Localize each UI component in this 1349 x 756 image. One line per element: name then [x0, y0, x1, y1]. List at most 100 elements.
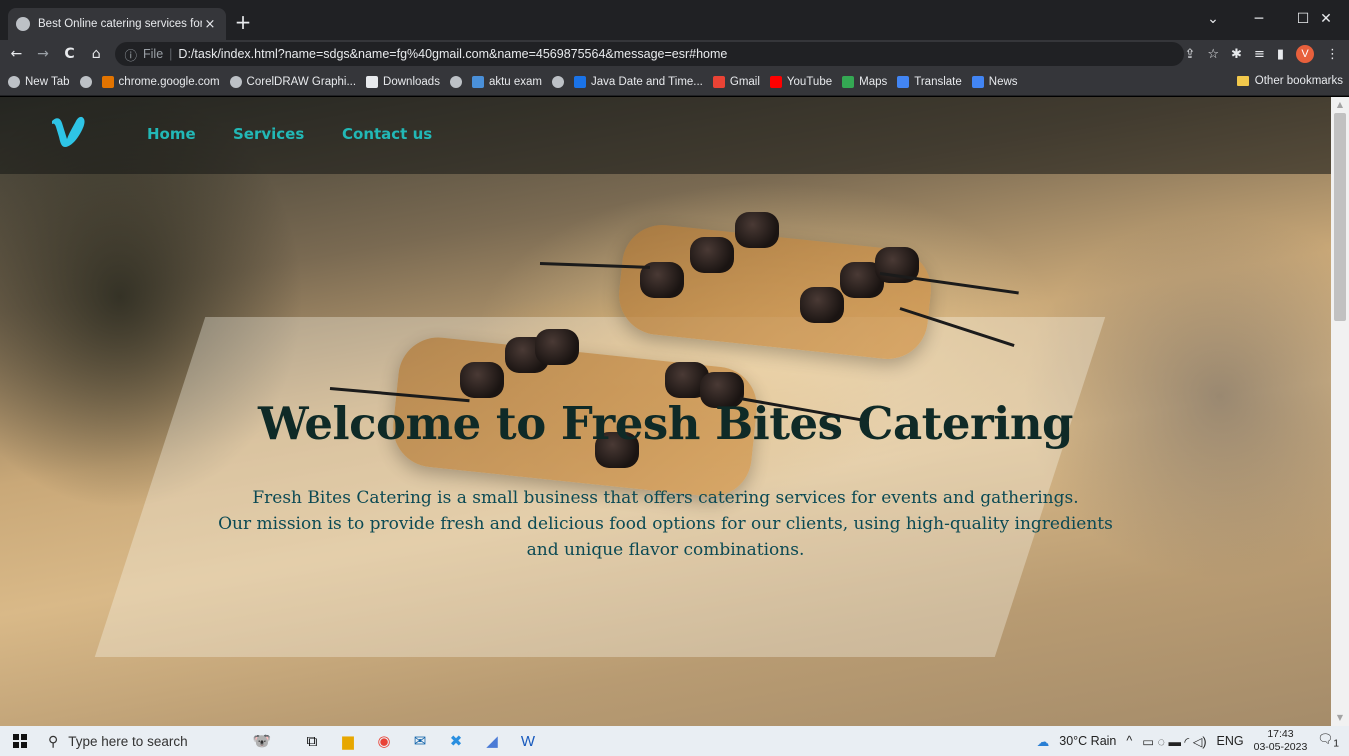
app-icon[interactable]: ◢	[474, 726, 510, 756]
other-bookmarks-button[interactable]: Other bookmarks	[1236, 75, 1343, 87]
other-bookmarks-label: Other bookmarks	[1254, 75, 1343, 87]
folder-icon	[1236, 76, 1249, 86]
bookmark-label: News	[988, 75, 1018, 88]
globe-icon	[79, 75, 92, 88]
bookmark-item[interactable]: Maps	[842, 75, 887, 88]
clock-time: 17:43	[1267, 728, 1294, 740]
word-icon[interactable]: W	[510, 726, 546, 756]
extensions-icon[interactable]: ✱	[1231, 47, 1242, 62]
nav-home-link[interactable]: Home	[147, 125, 196, 143]
page-scrollbar[interactable]: ▲ ▼	[1331, 97, 1349, 726]
forward-button[interactable]: →	[33, 43, 54, 65]
reload-button[interactable]: C	[59, 43, 80, 65]
media-icon[interactable]: ≡	[1254, 47, 1265, 62]
bookmark-item[interactable]	[79, 75, 92, 88]
tab-search-icon[interactable]: ⌄	[1190, 0, 1236, 40]
bookmark-item[interactable]: New Tab	[8, 75, 70, 88]
share-icon[interactable]: ⇪	[1184, 47, 1195, 62]
bookmarks-bar: New Tab chrome.google.com CorelDRAW Graphi…	[0, 68, 1349, 96]
food-item	[800, 287, 844, 323]
search-placeholder: Type here to search	[68, 733, 188, 749]
home-button[interactable]: ⌂	[86, 43, 107, 65]
mail-icon[interactable]: ✉	[402, 726, 438, 756]
vimeo-logo-icon[interactable]	[48, 109, 88, 153]
food-item	[690, 237, 734, 273]
bookmark-label: New Tab	[25, 75, 70, 88]
bookmark-label: Java Date and Time...	[591, 75, 703, 88]
nav-contact-link[interactable]: Contact us	[342, 125, 432, 143]
close-window-button[interactable]: ✕	[1303, 0, 1349, 40]
weather-icon[interactable]: ☁	[1037, 734, 1050, 749]
tab-title: Best Online catering services for	[38, 18, 202, 30]
vscode-icon[interactable]: ✖	[438, 726, 474, 756]
bookmark-star-icon[interactable]: ☆	[1207, 47, 1219, 62]
new-tab-button[interactable]: +	[232, 12, 254, 34]
bookmark-item[interactable]: Translate	[897, 75, 962, 88]
side-panel-icon[interactable]: ▮	[1277, 47, 1284, 62]
tab-strip: Best Online catering services for × + ⌄ …	[0, 0, 1349, 40]
bookmark-item[interactable]: Java Date and Time...	[574, 75, 703, 88]
task-view-icon[interactable]: ⧉	[294, 726, 330, 756]
back-button[interactable]: ←	[6, 43, 27, 65]
bookmark-item[interactable]	[552, 75, 565, 88]
bookmark-item[interactable]: Downloads	[366, 75, 440, 88]
gmail-icon	[712, 75, 725, 88]
bookmark-label: Translate	[914, 75, 962, 88]
tray-icons[interactable]: ▭ ◌ ▬ ◜ ◁)	[1142, 734, 1206, 749]
bookmark-item[interactable]: aktu exam	[471, 75, 542, 88]
chevron-up-icon[interactable]: ^	[1126, 734, 1132, 748]
hero-description-line: Fresh Bites Catering is a small business…	[252, 488, 1079, 508]
nav-services-link[interactable]: Services	[233, 125, 304, 143]
hero-description: Fresh Bites Catering is a small business…	[150, 485, 1181, 563]
scheme-label: File	[143, 47, 164, 61]
start-button[interactable]	[0, 726, 40, 756]
youtube-icon	[769, 75, 782, 88]
url-text[interactable]: D:/task/index.html?name=sdgs&name=fg%40g…	[178, 47, 727, 61]
globe-icon	[552, 75, 565, 88]
minimize-button[interactable]: ─	[1236, 0, 1282, 40]
taskbar-search[interactable]: ⚲ Type here to search	[40, 726, 230, 756]
windows-taskbar: ⚲ Type here to search 🐨 ⧉ ▆ ◉ ✉ ✖ ◢ W ☁ …	[0, 726, 1349, 756]
scroll-down-arrow-icon[interactable]: ▼	[1331, 710, 1349, 726]
globe-icon	[8, 75, 20, 88]
language-indicator[interactable]: ENG	[1217, 734, 1244, 748]
chrome-store-icon	[101, 75, 114, 88]
browser-toolbar: ← → C ⌂ ⓘ File | D:/task/index.html?name…	[0, 40, 1349, 68]
info-icon[interactable]: ⓘ	[125, 45, 138, 64]
address-separator: |	[169, 47, 173, 61]
notification-icon[interactable]: 🗨1	[1317, 732, 1339, 750]
search-icon: ⚲	[48, 732, 59, 749]
news-icon	[971, 75, 984, 88]
menu-icon[interactable]: ⋮	[1326, 47, 1339, 62]
scroll-up-arrow-icon[interactable]: ▲	[1331, 97, 1349, 113]
system-tray: ☁ 30°C Rain ^ ▭ ◌ ▬ ◜ ◁) ENG 17:43 03-05…	[1037, 728, 1349, 754]
clock-date: 03-05-2023	[1253, 741, 1308, 753]
food-item	[735, 212, 779, 248]
page-viewport: Home Services Contact us Welcome to Fres…	[0, 97, 1331, 726]
bookmark-item[interactable]: chrome.google.com	[101, 75, 220, 88]
bookmark-item[interactable]: CorelDRAW Graphi...	[229, 75, 356, 88]
download-icon	[366, 75, 379, 88]
address-bar[interactable]: ⓘ File | D:/task/index.html?name=sdgs&na…	[114, 42, 1185, 66]
bookmark-label: YouTube	[786, 75, 833, 88]
koala-widget-icon[interactable]: 🐨	[230, 726, 294, 756]
weather-text[interactable]: 30°C Rain	[1059, 734, 1116, 748]
browser-tab[interactable]: Best Online catering services for ×	[8, 8, 226, 40]
scrollbar-thumb[interactable]	[1334, 113, 1346, 321]
aktu-icon	[471, 75, 484, 88]
profile-avatar[interactable]: V	[1296, 45, 1314, 63]
bookmark-item[interactable]: Gmail	[712, 75, 760, 88]
tab-close-icon[interactable]: ×	[202, 17, 218, 32]
globe-icon	[449, 75, 462, 88]
bookmark-item[interactable]: News	[971, 75, 1018, 88]
windows-logo-icon	[13, 734, 27, 748]
clock[interactable]: 17:43 03-05-2023	[1254, 728, 1308, 754]
bookmark-item[interactable]: YouTube	[769, 75, 833, 88]
bookmark-item[interactable]	[449, 75, 462, 88]
chrome-icon[interactable]: ◉	[366, 726, 402, 756]
hero-description-line: Our mission is to provide fresh and deli…	[218, 514, 1113, 534]
translate-icon	[897, 75, 910, 88]
food-item	[460, 362, 504, 398]
food-item	[535, 329, 579, 365]
file-explorer-icon[interactable]: ▆	[330, 726, 366, 756]
